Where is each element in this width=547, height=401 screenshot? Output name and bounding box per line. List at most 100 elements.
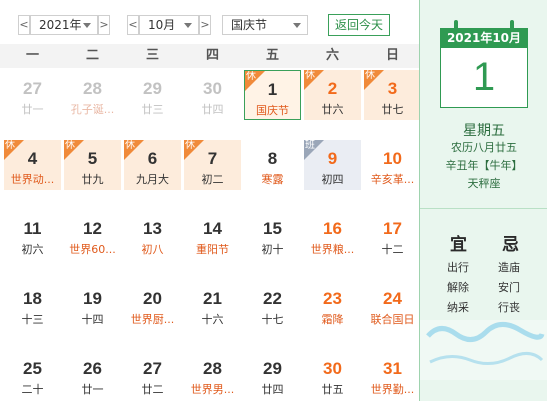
calendar-day-cell[interactable]: 休 3 廿七 <box>364 70 421 120</box>
day-number: 8 <box>267 149 278 168</box>
calendar-day-cell[interactable]: 休 4 世界动... <box>4 140 61 190</box>
calendar-day-cell[interactable]: 30 廿四 <box>184 70 241 120</box>
calendar-day-cell[interactable]: 12 世界60... <box>64 210 121 260</box>
chevron-down-icon <box>184 23 192 28</box>
lunar-or-festival-label: 廿四 <box>201 103 224 116</box>
back-to-today-button[interactable]: 返回今天 <box>328 14 390 36</box>
ji-title: 忌 <box>502 235 519 255</box>
calendar-day-cell[interactable]: 28 孔子诞... <box>64 70 121 120</box>
day-number: 12 <box>83 219 102 238</box>
day-number: 28 <box>203 359 222 378</box>
lunar-or-festival-label: 世界60... <box>69 243 116 256</box>
yi-item: 出行 <box>447 261 469 274</box>
yi-title: 宜 <box>450 235 467 255</box>
prev-year-button[interactable]: < <box>18 15 30 35</box>
calendar-day-cell[interactable]: 29 廿四 <box>244 350 301 400</box>
lunar-or-festival-label: 孔子诞... <box>70 103 115 116</box>
calendar-day-cell[interactable]: 11 初六 <box>4 210 61 260</box>
weekday-label: 五 <box>265 48 279 63</box>
calendar-day-cell[interactable]: 21 十六 <box>184 280 241 330</box>
calendar-day-cell[interactable]: 18 十三 <box>4 280 61 330</box>
calendar-day-cell[interactable]: 29 廿三 <box>124 70 181 120</box>
day-number: 4 <box>27 149 38 168</box>
lunar-or-festival-label: 二十 <box>21 383 44 396</box>
calendar-day-cell[interactable]: 17 十二 <box>364 210 421 260</box>
lunar-or-festival-label: 世界男... <box>190 383 235 396</box>
day-number: 29 <box>143 79 162 98</box>
calendar-day-cell[interactable]: 休 7 初二 <box>184 140 241 190</box>
lunar-or-festival-label: 廿三 <box>141 103 164 116</box>
lunar-or-festival-label: 廿六 <box>321 103 344 116</box>
day-number: 13 <box>143 219 162 238</box>
calendar-day-cell[interactable]: 休 1 国庆节 <box>244 70 301 120</box>
weekday-label: 二 <box>85 48 99 63</box>
calendar-day-cell[interactable]: 19 十四 <box>64 280 121 330</box>
calendar-day-cell[interactable]: 休 5 廿九 <box>64 140 121 190</box>
calendar-day-cell[interactable]: 31 世界勤... <box>364 350 421 400</box>
month-select[interactable]: 10月 <box>139 15 199 35</box>
day-number: 14 <box>203 219 222 238</box>
calendar-day-cell[interactable]: 13 初八 <box>124 210 181 260</box>
calendar-day-cell[interactable]: 23 霜降 <box>304 280 361 330</box>
lunar-or-festival-label: 廿四 <box>261 383 284 396</box>
holiday-select[interactable]: 国庆节 <box>222 15 308 35</box>
lunar-or-festival-label: 十七 <box>261 313 284 326</box>
lunar-or-festival-label: 廿七 <box>381 103 404 116</box>
calendar-day-cell[interactable]: 班 9 初四 <box>304 140 361 190</box>
prev-month-button[interactable]: < <box>127 15 139 35</box>
day-number: 28 <box>83 79 102 98</box>
lunar-or-festival-label: 初六 <box>21 243 44 256</box>
calendar-day-cell[interactable]: 15 初十 <box>244 210 301 260</box>
day-number: 15 <box>263 219 282 238</box>
calendar-day-cell[interactable]: 8 寒露 <box>244 140 301 190</box>
weekday-label: 六 <box>325 48 339 63</box>
next-month-button[interactable]: > <box>199 15 211 35</box>
calendar-day-cell[interactable]: 27 廿一 <box>4 70 61 120</box>
day-number: 11 <box>23 219 42 238</box>
lunar-or-festival-label: 寒露 <box>261 173 284 186</box>
day-number: 22 <box>263 289 282 308</box>
calendar-day-cell[interactable]: 27 廿二 <box>124 350 181 400</box>
lunar-or-festival-label: 十二 <box>381 243 404 256</box>
lunar-or-festival-label: 廿五 <box>321 383 344 396</box>
calendar-day-cell[interactable]: 20 世界厨... <box>124 280 181 330</box>
day-number: 30 <box>203 79 222 98</box>
calendar-day-cell[interactable]: 休 6 九月大 <box>124 140 181 190</box>
calendar-day-cell[interactable]: 10 辛亥革... <box>364 140 421 190</box>
calendar-day-cell[interactable]: 28 世界男... <box>184 350 241 400</box>
pad-day-number: 1 <box>440 48 528 108</box>
day-number: 9 <box>327 149 338 168</box>
weekday-label: 一 <box>25 48 39 63</box>
calendar-day-cell[interactable]: 16 世界粮... <box>304 210 361 260</box>
calendar-day-cell[interactable]: 26 廿一 <box>64 350 121 400</box>
calendar-day-cell[interactable]: 22 十七 <box>244 280 301 330</box>
lunar-or-festival-label: 世界动... <box>10 173 55 186</box>
day-number: 29 <box>263 359 282 378</box>
next-year-button[interactable]: > <box>98 15 110 35</box>
day-number: 2 <box>327 79 338 98</box>
day-number: 5 <box>87 149 98 168</box>
detail-divider <box>420 208 547 209</box>
day-number: 30 <box>323 359 342 378</box>
weekday-label: 日 <box>385 48 399 63</box>
year-select-value: 2021年 <box>39 18 82 32</box>
calendar-day-cell[interactable]: 24 联合国日 <box>364 280 421 330</box>
calendar-day-cell[interactable]: 30 廿五 <box>304 350 361 400</box>
calendar-day-cell[interactable]: 休 2 廿六 <box>304 70 361 120</box>
calendar-day-cell[interactable]: 14 重阳节 <box>184 210 241 260</box>
detail-constellation: 天秤座 <box>467 177 501 190</box>
lunar-or-festival-label: 世界粮... <box>310 243 355 256</box>
lunar-or-festival-label: 初四 <box>321 173 344 186</box>
date-pad: 2021年10月 1 <box>440 20 528 108</box>
lunar-or-festival-label: 世界厨... <box>130 313 175 326</box>
detail-lunar-date: 农历八月廿五 <box>451 141 517 154</box>
lunar-or-festival-label: 初二 <box>201 173 224 186</box>
lunar-or-festival-label: 九月大 <box>136 173 169 186</box>
lunar-or-festival-label: 廿一 <box>81 383 104 396</box>
year-select[interactable]: 2021年 <box>30 15 98 35</box>
calendar-day-cell[interactable]: 25 二十 <box>4 350 61 400</box>
detail-ganzhi-year: 辛丑年【牛年】 <box>445 159 523 172</box>
lunar-or-festival-label: 国庆节 <box>256 104 289 117</box>
lunar-or-festival-label: 十四 <box>81 313 104 326</box>
day-number: 23 <box>323 289 342 308</box>
